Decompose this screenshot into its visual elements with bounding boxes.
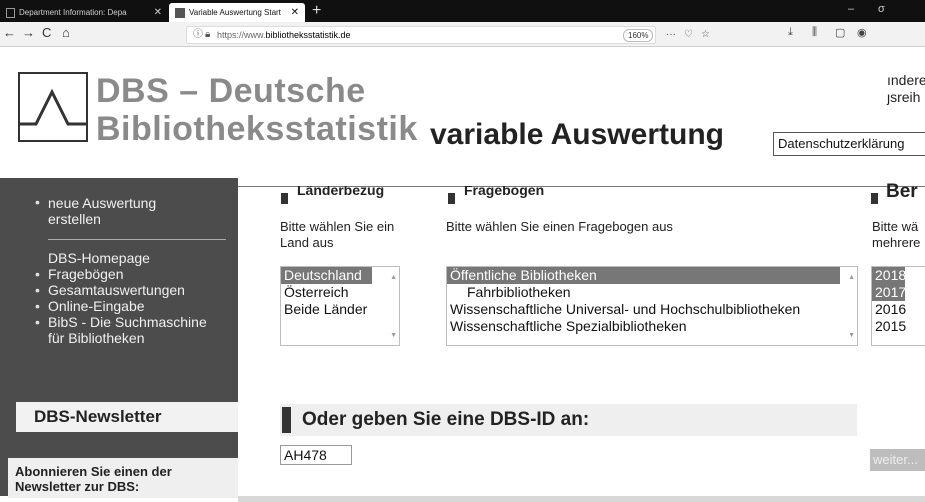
header-clipped-text: ındere xyxy=(887,72,925,88)
sidebar-item-bibs[interactable]: BibS - Die Suchmaschine xyxy=(48,314,207,330)
minimize-button[interactable]: – xyxy=(848,3,854,15)
sidebar-item-bibs-line2[interactable]: für Bibliotheken xyxy=(48,330,145,346)
scroll-up-icon[interactable]: ▲ xyxy=(390,269,397,286)
brand-title-line2: Bibliotheksstatistik xyxy=(96,110,418,148)
info-icon[interactable]: ⓘ xyxy=(193,27,203,43)
link-text: neue Auswertung xyxy=(48,195,157,211)
sidebar-icon[interactable]: ▢ xyxy=(835,26,845,39)
bullet-icon: • xyxy=(35,266,40,282)
section-marker-icon xyxy=(282,407,291,433)
year-option[interactable]: 2016 xyxy=(872,301,925,318)
year-option[interactable]: 2018 xyxy=(872,267,906,284)
questionnaire-description: Bitte wählen Sie einen Fragebogen aus xyxy=(446,219,673,234)
download-icon[interactable]: ⤓ xyxy=(788,26,793,39)
reload-button[interactable]: C xyxy=(42,25,51,40)
dbs-id-heading-box: Oder geben Sie eine DBS-ID an: xyxy=(280,404,857,436)
tab-bar: Department Information: Depa ✕ Variable … xyxy=(0,0,925,22)
subscribe-line: Newsletter zur DBS: xyxy=(15,479,140,494)
bullet-icon: • xyxy=(35,194,40,210)
country-select[interactable]: Deutschland Österreich Beide Länder ▲ ▼ xyxy=(280,266,400,346)
dbs-logo-icon xyxy=(18,72,88,142)
scroll-up-icon[interactable]: ▲ xyxy=(848,269,855,286)
report-description: Bitte wä mehrere xyxy=(872,219,920,251)
newsletter-subscribe-text: Abonnieren Sie einen der Newsletter zur … xyxy=(8,458,238,498)
section-marker-icon xyxy=(448,193,455,204)
sidebar-item-online-eingabe[interactable]: Online-Eingabe xyxy=(48,298,145,314)
url-domain: bibliotheksstatistik.de xyxy=(265,30,351,40)
bullet-icon: • xyxy=(35,282,40,298)
forward-button[interactable]: → xyxy=(22,25,35,40)
sidebar-item-gesamtauswertungen[interactable]: Gesamtauswertungen xyxy=(48,282,185,298)
description-line: mehrere xyxy=(872,235,921,250)
questionnaire-option[interactable]: Öffentliche Bibliotheken xyxy=(447,267,840,284)
pocket-icon[interactable]: ♡ xyxy=(684,27,693,43)
questionnaire-section-heading: Fragebogen xyxy=(464,186,545,198)
description-line: Bitte wä xyxy=(872,219,919,234)
country-option[interactable]: Österreich xyxy=(281,284,399,301)
country-option[interactable]: Beide Länder xyxy=(281,301,399,318)
bullet-icon: • xyxy=(35,298,40,314)
year-option[interactable]: 2017 xyxy=(872,284,906,301)
maximize-button[interactable]: σ xyxy=(878,3,885,15)
country-description: Bitte wählen Sie ein Land aus xyxy=(280,219,394,251)
scroll-down-icon[interactable]: ▼ xyxy=(390,327,397,344)
sidebar-divider xyxy=(48,239,226,240)
extension-icon[interactable]: ◉ xyxy=(857,26,867,39)
url-prefix: https://www. xyxy=(217,30,266,40)
page-icon xyxy=(6,7,15,18)
bullet-icon: • xyxy=(35,314,40,330)
dbs-id-input[interactable] xyxy=(280,445,352,465)
tab-label: Variable Auswertung Start xyxy=(189,8,281,17)
site-favicon-icon xyxy=(175,7,185,18)
privacy-link[interactable]: Datenschutzerklärung xyxy=(773,132,925,156)
link-text: erstellen xyxy=(48,211,101,227)
new-tab-button[interactable]: + xyxy=(312,2,321,20)
scroll-down-icon[interactable]: ▼ xyxy=(848,327,855,344)
questionnaire-option[interactable]: Wissenschaftliche Spezialbibliotheken xyxy=(447,318,857,335)
close-tab-icon[interactable]: ✕ xyxy=(291,3,299,22)
description-line: Bitte wählen Sie ein xyxy=(280,219,395,234)
horizontal-scrollbar[interactable] xyxy=(238,496,925,502)
sidebar: • neue Auswertung erstellen DBS-Homepage… xyxy=(0,178,238,496)
home-button[interactable]: ⌂ xyxy=(62,25,70,40)
section-marker-icon xyxy=(281,193,288,204)
library-icon[interactable]: ⫼ xyxy=(812,26,817,39)
url-bar[interactable]: ⓘ 🔒︎ https://www.bibliotheksstatistik.de… xyxy=(186,26,710,44)
year-option[interactable]: 2015 xyxy=(872,318,925,335)
subscribe-line: Abonnieren Sie einen der xyxy=(15,464,172,479)
sidebar-item-frageboegen[interactable]: Fragebögen xyxy=(48,266,124,282)
more-actions-icon[interactable]: ··· xyxy=(666,27,676,43)
dbs-id-heading: Oder geben Sie eine DBS-ID an: xyxy=(302,409,590,430)
header-clipped-text: ȷsreih xyxy=(887,89,921,105)
lock-icon: 🔒︎ xyxy=(205,29,211,40)
zoom-indicator[interactable]: 160% xyxy=(623,29,654,42)
new-evaluation-link[interactable]: neue Auswertung erstellen xyxy=(48,195,156,227)
questionnaire-option[interactable]: Fahrbibliotheken xyxy=(447,284,857,301)
questionnaire-option[interactable]: Wissenschaftliche Universal- und Hochsch… xyxy=(447,301,857,318)
country-section-heading: Länderbezug xyxy=(297,186,385,198)
report-section-heading: Ber xyxy=(886,181,918,202)
brand-title-line1: DBS – Deutsche xyxy=(96,72,366,110)
description-line: Land aus xyxy=(280,235,334,250)
section-marker-icon xyxy=(871,193,878,204)
tab-department-information[interactable]: Department Information: Depa ✕ xyxy=(0,3,168,22)
bookmark-star-icon[interactable]: ☆ xyxy=(701,27,710,43)
close-tab-icon[interactable]: ✕ xyxy=(154,3,162,22)
page-title: variable Auswertung xyxy=(430,118,724,151)
country-option[interactable]: Deutschland xyxy=(281,267,372,284)
report-year-select[interactable]: 2018 2017 2016 2015 xyxy=(871,266,925,346)
weiter-button[interactable]: weiter... xyxy=(870,449,925,471)
tab-label: Department Information: Depa xyxy=(19,8,127,17)
newsletter-heading: DBS-Newsletter xyxy=(16,402,238,432)
sidebar-item-dbs-homepage[interactable]: DBS-Homepage xyxy=(48,250,150,266)
back-button[interactable]: ← xyxy=(3,25,16,40)
tab-variable-auswertung[interactable]: Variable Auswertung Start ✕ xyxy=(169,3,305,22)
questionnaire-select[interactable]: Öffentliche Bibliotheken Fahrbibliotheke… xyxy=(446,266,858,346)
